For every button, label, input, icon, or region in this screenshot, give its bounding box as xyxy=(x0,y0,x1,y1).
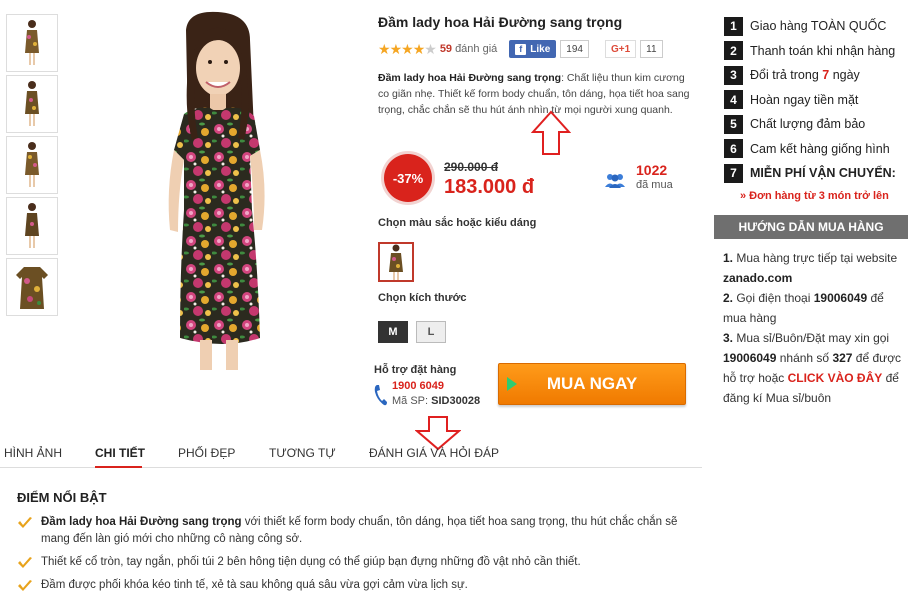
highlights-title: ĐIỂM NỔI BẬT xyxy=(17,490,107,505)
order-support: Hỗ trợ đặt hàng 1900 6049 Mã SP: SID3002… xyxy=(374,364,494,407)
thumbnail-4[interactable] xyxy=(6,197,58,255)
old-price: 290.000 đ xyxy=(444,160,499,174)
benefit-number: 1 xyxy=(724,16,743,36)
benefit-text: Chất lượng đảm bảo xyxy=(750,117,866,132)
benefit-number: 6 xyxy=(724,139,743,159)
wholesale-register-link[interactable]: CLICK VÀO ĐÂY xyxy=(788,371,883,385)
dress-thumbnail-image xyxy=(25,203,39,248)
facebook-icon: f xyxy=(515,43,527,55)
benefit-item: 6 Cam kết hàng giống hình xyxy=(724,137,909,162)
checkmark-icon xyxy=(18,580,32,591)
sale-price: 183.000 đ xyxy=(444,176,535,198)
facebook-like-count: 194 xyxy=(560,40,589,58)
thumbnail-5[interactable] xyxy=(6,258,58,316)
dress-swatch-image xyxy=(389,244,403,280)
size-options: M L xyxy=(378,321,446,343)
thumbnail-list xyxy=(6,14,60,319)
support-title: Hỗ trợ đặt hàng xyxy=(374,364,457,376)
benefit-number: 3 xyxy=(724,65,743,85)
sku-value: SID30028 xyxy=(431,395,481,407)
tab-images[interactable]: HÌNH ẢNH xyxy=(4,446,62,460)
buyers-label: đã mua xyxy=(636,179,673,191)
tab-details[interactable]: CHI TIẾT xyxy=(95,446,145,460)
buy-now-label: MUA NGAY xyxy=(546,374,638,393)
users-icon xyxy=(605,174,625,188)
benefit-number: 7 xyxy=(724,163,743,183)
benefit-item: 5 Chất lượng đảm bảo xyxy=(724,112,909,137)
thumbnail-3[interactable] xyxy=(6,136,58,194)
tab-reviews-qa[interactable]: ĐÁNH GIÁ VÀ HỎI ĐÁP xyxy=(369,446,499,460)
product-main-image[interactable] xyxy=(128,10,308,370)
product-tabs: HÌNH ẢNH CHI TIẾT PHỐI ĐẸP TƯƠNG TỰ ĐÁNH… xyxy=(0,440,702,468)
guide-step-3: 3. Mua sỉ/Buôn/Đặt may xin gọi 19006049 … xyxy=(723,331,902,405)
price-block: -37% 290.000 đ 183.000 đ 1022 đã mua xyxy=(378,148,698,208)
rating-count[interactable]: 59 xyxy=(440,43,452,55)
benefit-text: Thanh toán khi nhận hàng xyxy=(750,43,896,58)
google-plus-count: 11 xyxy=(640,40,663,58)
buyers-count: 1022 xyxy=(636,162,668,178)
arrow-up-annotation-icon xyxy=(531,110,571,155)
highlight-item: Đầm được phối khóa kéo tinh tế, xẻ tà sa… xyxy=(17,577,707,594)
thumbnail-1[interactable] xyxy=(6,14,58,72)
description-product-name: Đầm lady hoa Hải Đường sang trọng xyxy=(378,72,562,84)
benefit-item: 7 MIỄN PHÍ VẬN CHUYỂN: xyxy=(724,161,909,186)
rating-stars[interactable]: ★★★★★ xyxy=(378,40,437,58)
highlight-item: Đầm lady hoa Hải Đường sang trọng với th… xyxy=(17,514,707,548)
dress-thumbnail-image xyxy=(25,142,39,187)
benefit-text: Hoàn ngay tiền mặt xyxy=(750,92,859,107)
star-icon: ★ xyxy=(378,40,391,57)
benefits-list: 1 Giao hàng TOÀN QUỐC 2 Thanh toán khi n… xyxy=(724,14,909,202)
benefit-item: 2 Thanh toán khi nhận hàng xyxy=(724,39,909,64)
free-shipping-note: » Đơn hàng từ 3 món trở lên xyxy=(740,189,889,202)
tab-similar[interactable]: TƯƠNG TỰ xyxy=(269,446,336,460)
guide-step-2: 2. Gọi điện thoại 19006049 để mua hàng xyxy=(723,291,884,325)
facebook-like-button[interactable]: f Like xyxy=(509,40,557,58)
size-selector-label: Chọn kích thước xyxy=(378,292,467,304)
benefit-text: MIỄN PHÍ VẬN CHUYỂN: xyxy=(750,166,896,181)
buying-guide: 1. Mua hàng trực tiếp tại website zanado… xyxy=(723,248,905,408)
rating-label: đánh giá xyxy=(455,43,498,55)
benefit-text: Cam kết hàng giống hình xyxy=(750,141,890,156)
product-sku: Mã SP: SID30028 xyxy=(392,395,480,407)
phone-icon xyxy=(374,385,387,406)
product-title: Đầm lady hoa Hải Đường sang trọng xyxy=(378,14,623,30)
guide-step-1: 1. Mua hàng trực tiếp tại website zanado… xyxy=(723,251,898,285)
star-empty-icon: ★ xyxy=(424,40,437,57)
benefit-number: 4 xyxy=(724,90,743,110)
benefit-text: Giao hàng TOÀN QUỐC xyxy=(750,19,887,34)
dress-thumbnail-image xyxy=(25,81,39,126)
buy-now-button[interactable]: MUA NGAY xyxy=(498,363,686,405)
active-tab-indicator xyxy=(95,466,142,468)
color-selector-label: Chọn màu sắc hoặc kiểu dáng xyxy=(378,217,537,229)
dress-thumbnail-image xyxy=(25,20,39,65)
product-info: Đầm lady hoa Hải Đường sang trọng ★★★★★ … xyxy=(374,14,698,407)
benefit-number: 2 xyxy=(724,41,743,61)
star-icon: ★ xyxy=(412,40,426,57)
checkmark-icon xyxy=(18,557,32,568)
checkmark-icon xyxy=(18,517,32,528)
benefit-number: 5 xyxy=(724,114,743,134)
size-option-l[interactable]: L xyxy=(416,321,446,343)
benefit-item: 3 Đổi trả trong 7 ngày xyxy=(724,63,909,88)
google-plus-button[interactable]: G+1 xyxy=(604,40,637,58)
thumbnail-2[interactable] xyxy=(6,75,58,133)
play-arrow-icon xyxy=(507,377,517,391)
buying-guide-header: HƯỚNG DẪN MUA HÀNG xyxy=(714,215,908,239)
star-icon: ★ xyxy=(401,40,414,57)
support-phone[interactable]: 1900 6049 xyxy=(392,380,444,392)
rating-row: ★★★★★ 59 đánh giá f Like 194 G+1 11 xyxy=(378,38,698,60)
facebook-like-label: Like xyxy=(530,43,551,55)
benefit-item: 4 Hoàn ngay tiền mặt xyxy=(724,88,909,113)
size-option-m[interactable]: M xyxy=(378,321,408,343)
tab-outfits[interactable]: PHỐI ĐẸP xyxy=(178,446,235,460)
benefit-text: Đổi trả trong 7 ngày xyxy=(750,68,860,83)
star-icon: ★ xyxy=(389,40,403,57)
benefit-item: 1 Giao hàng TOÀN QUỐC xyxy=(724,14,909,39)
highlights-list: Đầm lady hoa Hải Đường sang trọng với th… xyxy=(17,514,707,597)
color-option-floral[interactable] xyxy=(378,242,414,282)
sku-label: Mã SP: xyxy=(392,395,429,407)
discount-badge: -37% xyxy=(384,154,432,202)
dress-flat-thumbnail-image xyxy=(16,267,48,309)
highlight-item: Thiết kế cổ tròn, tay ngắn, phối túi 2 b… xyxy=(17,554,707,571)
